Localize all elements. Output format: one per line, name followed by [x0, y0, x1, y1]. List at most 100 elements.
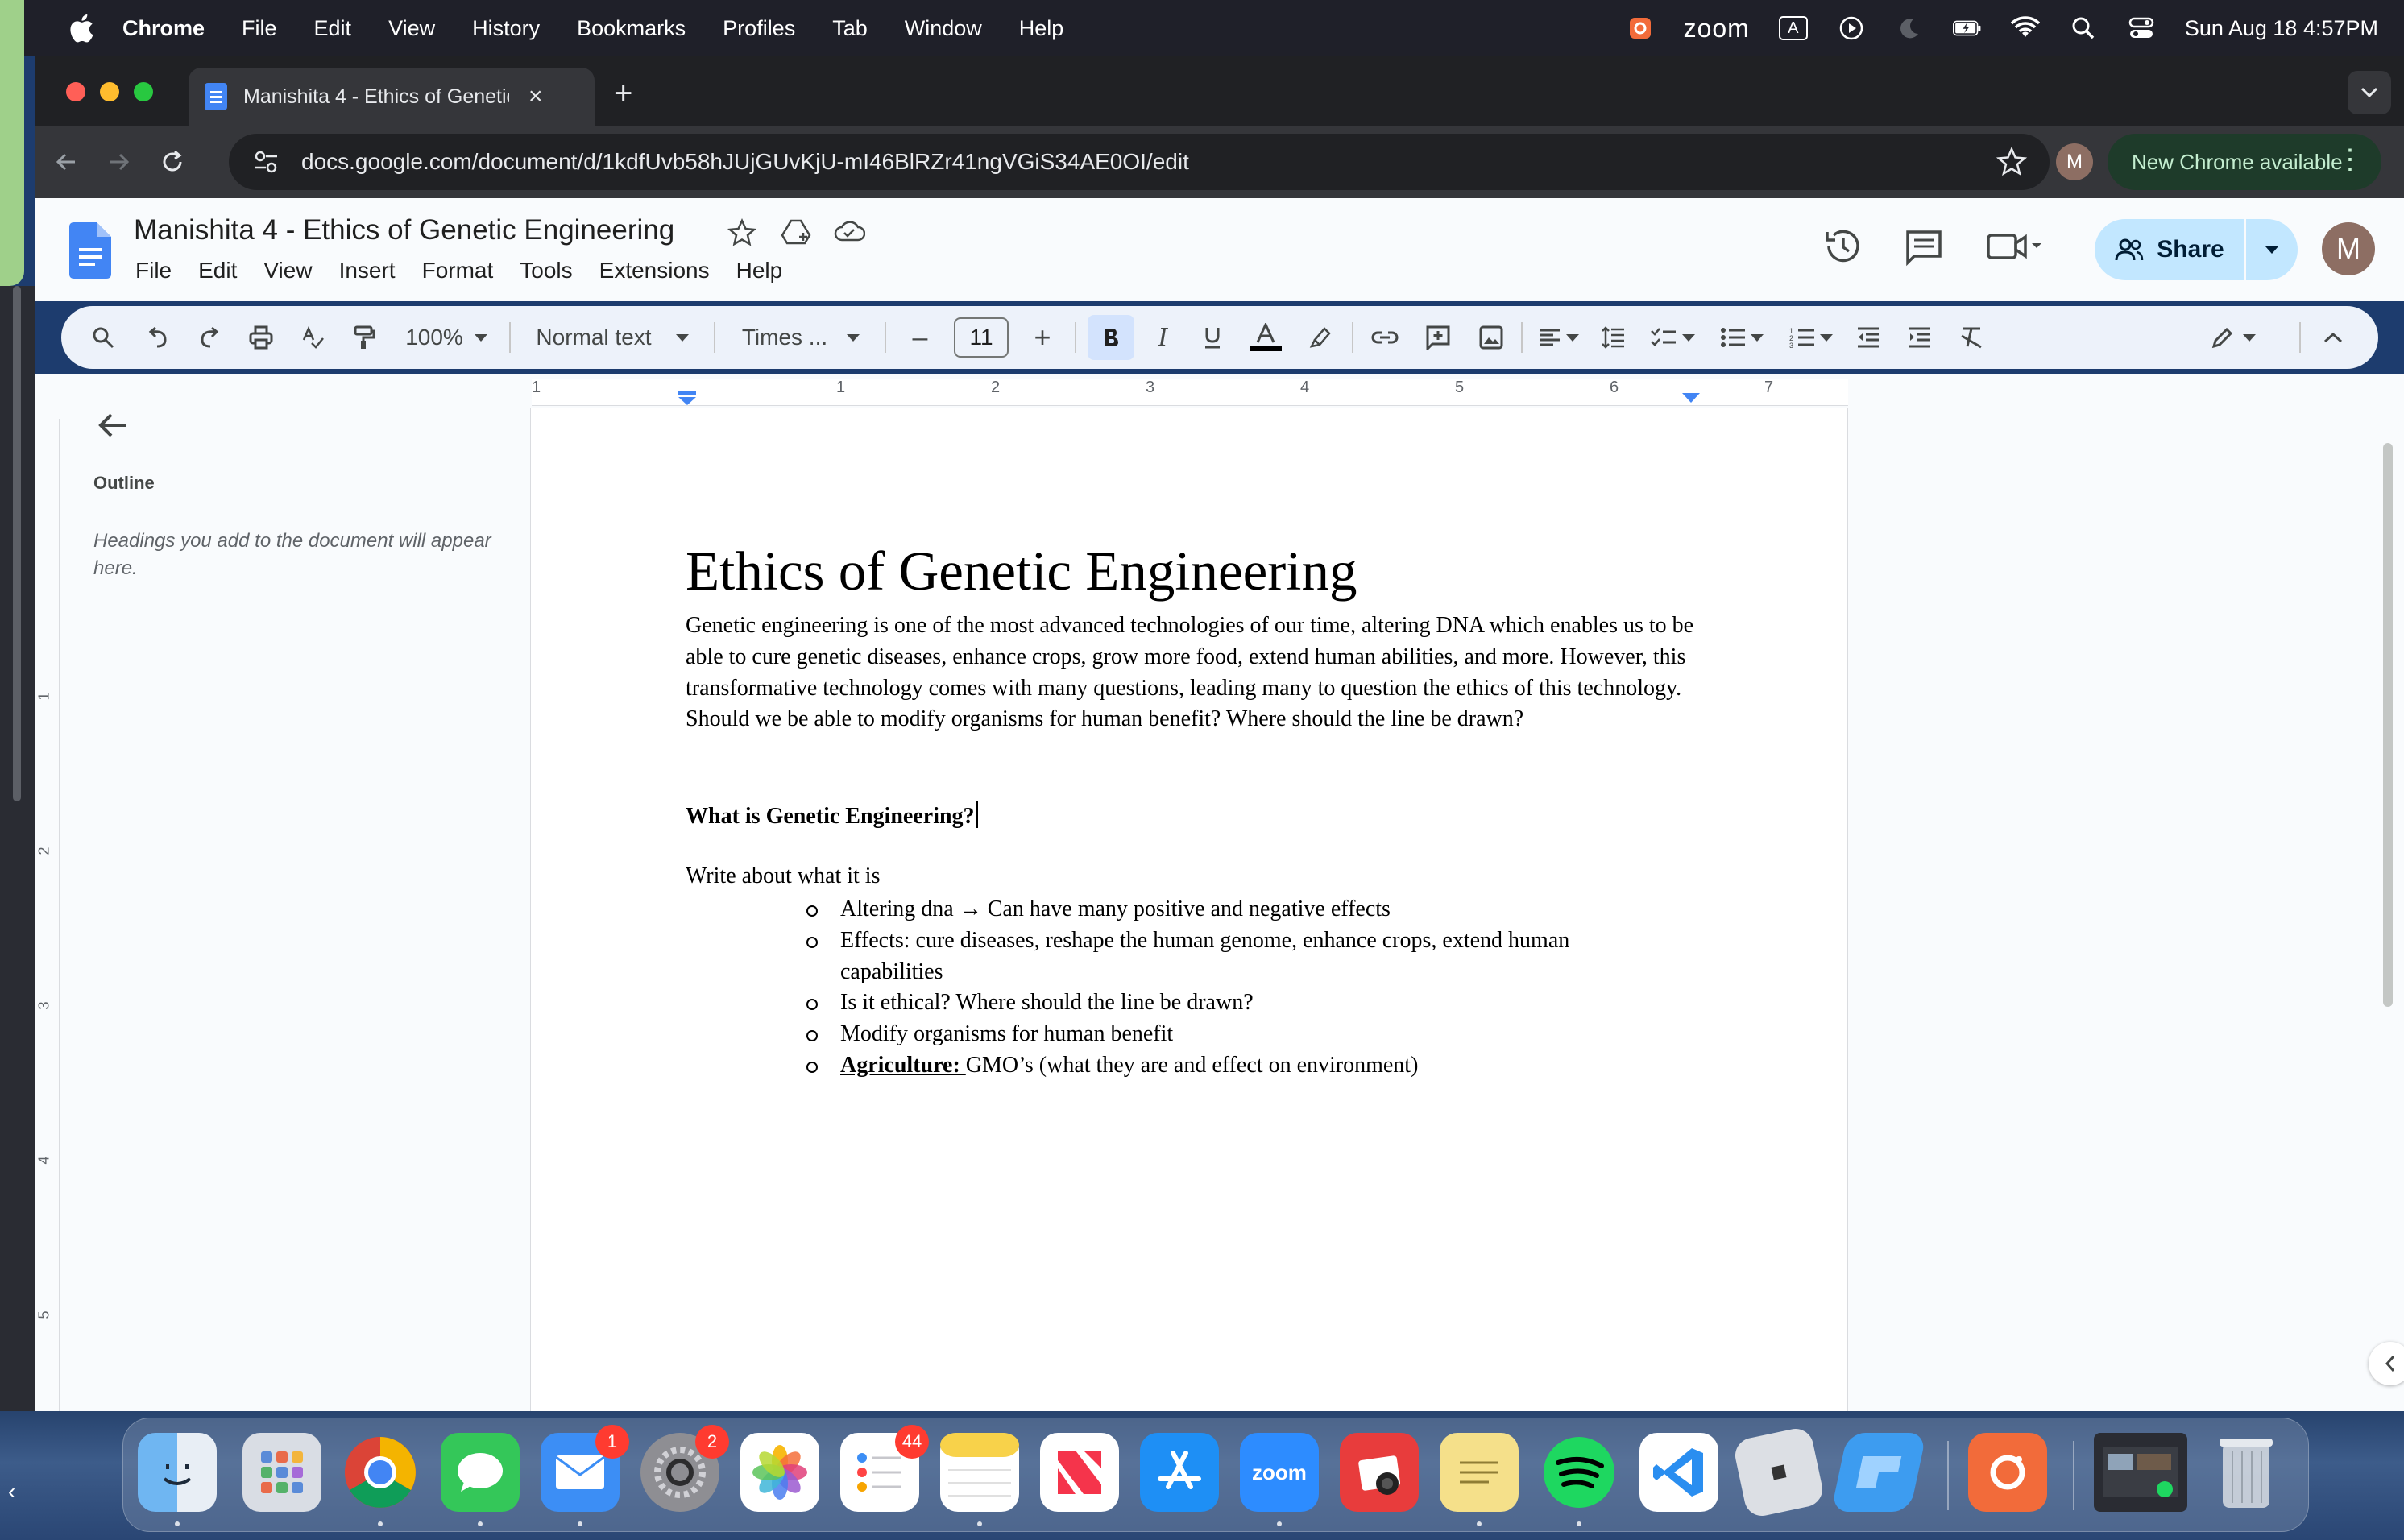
increase-indent-icon[interactable]: [1900, 306, 1940, 369]
reminders-icon[interactable]: 44: [840, 1425, 929, 1512]
wifi-icon[interactable]: [2010, 14, 2040, 43]
document-page[interactable]: Ethics of Genetic Engineering Genetic en…: [530, 408, 1848, 1411]
app-store-icon[interactable]: [1140, 1433, 1219, 1512]
news-icon[interactable]: [1040, 1433, 1119, 1512]
menu-file[interactable]: File: [242, 16, 277, 41]
move-to-drive-icon[interactable]: [780, 217, 812, 250]
undo-icon[interactable]: [140, 306, 176, 369]
spellcheck-icon[interactable]: [295, 306, 330, 369]
font-family-select[interactable]: Times ...: [728, 306, 873, 369]
italic-icon[interactable]: I: [1142, 306, 1183, 369]
system-settings-icon[interactable]: 2: [640, 1425, 729, 1512]
photo-booth-icon[interactable]: [1340, 1433, 1419, 1512]
align-left-icon[interactable]: [1532, 306, 1585, 369]
chrome-dock-icon[interactable]: [341, 1433, 420, 1512]
roblox-icon[interactable]: [1731, 1425, 1826, 1520]
zoom-window-button[interactable]: [134, 82, 153, 101]
share-dropdown-button[interactable]: [2246, 219, 2298, 280]
decrease-font-size-button[interactable]: –: [902, 306, 938, 369]
back-button[interactable]: [50, 146, 82, 178]
screen-recorder-dock-icon[interactable]: [1968, 1433, 2047, 1512]
minimized-window-thumbnail[interactable]: [2094, 1433, 2187, 1512]
bulleted-list-icon[interactable]: [1711, 306, 1772, 369]
battery-icon[interactable]: [1952, 14, 1982, 43]
trash-icon[interactable]: [2207, 1433, 2286, 1512]
left-indent-marker-icon[interactable]: [677, 391, 698, 406]
menu-edit[interactable]: Edit: [314, 16, 352, 41]
tab-close-button[interactable]: ×: [528, 83, 543, 110]
star-icon[interactable]: [727, 217, 759, 250]
numbered-list-icon[interactable]: 123: [1780, 306, 1842, 369]
site-info-icon[interactable]: [251, 147, 280, 176]
right-indent-marker-icon[interactable]: [1681, 391, 1701, 406]
focus-moon-icon[interactable]: [1895, 14, 1924, 43]
reload-button[interactable]: [156, 146, 189, 178]
close-outline-back-arrow-icon[interactable]: [93, 406, 132, 445]
left-scrollbar[interactable]: [13, 286, 21, 801]
new-tab-button[interactable]: +: [614, 77, 632, 110]
editing-mode-icon[interactable]: [2201, 306, 2265, 369]
search-menus-icon[interactable]: [85, 306, 121, 369]
font-size-input[interactable]: 11: [954, 317, 1009, 358]
line-spacing-icon[interactable]: [1594, 306, 1634, 369]
docs-menu-edit[interactable]: Edit: [198, 258, 237, 284]
redo-icon[interactable]: [192, 306, 227, 369]
bold-button[interactable]: [1088, 315, 1134, 360]
mail-icon[interactable]: 1: [541, 1425, 629, 1512]
spotlight-search-icon[interactable]: [2069, 14, 2098, 43]
notes-icon[interactable]: [940, 1433, 1019, 1512]
docs-menu-file[interactable]: File: [135, 258, 172, 284]
paragraph-style-select[interactable]: Normal text: [524, 306, 701, 369]
minimize-window-button[interactable]: [100, 82, 119, 101]
docs-menu-format[interactable]: Format: [422, 258, 494, 284]
decrease-indent-icon[interactable]: [1848, 306, 1888, 369]
print-icon[interactable]: [243, 306, 279, 369]
bookmark-star-icon[interactable]: [1996, 147, 2027, 177]
chrome-profile-avatar[interactable]: M: [2056, 143, 2093, 180]
menu-window[interactable]: Window: [905, 16, 982, 41]
play-circle-icon[interactable]: [1837, 14, 1866, 43]
close-window-button[interactable]: [66, 82, 85, 101]
stickies-icon[interactable]: [1440, 1433, 1519, 1512]
menubar-clock[interactable]: Sun Aug 18 4:57PM: [2185, 16, 2378, 41]
zoom-status-item[interactable]: zoom: [1684, 14, 1750, 43]
increase-font-size-button[interactable]: +: [1025, 306, 1060, 369]
docs-menu-view[interactable]: View: [263, 258, 312, 284]
version-history-icon[interactable]: [1822, 226, 1864, 267]
menu-profiles[interactable]: Profiles: [723, 16, 795, 41]
input-source-icon[interactable]: A: [1778, 14, 1808, 43]
roblox-studio-icon[interactable]: [1830, 1433, 1927, 1512]
docs-menu-insert[interactable]: Insert: [339, 258, 396, 284]
tab-search-dropdown[interactable]: [2348, 71, 2391, 114]
menu-view[interactable]: View: [388, 16, 435, 41]
highlight-color-icon[interactable]: [1300, 306, 1341, 369]
launchpad-icon[interactable]: [242, 1433, 321, 1512]
add-comment-icon[interactable]: [1418, 306, 1458, 369]
finder-icon[interactable]: [138, 1433, 217, 1512]
active-tab[interactable]: Manishita 4 - Ethics of Genetic Engineer…: [189, 68, 595, 126]
document-scrollbar[interactable]: [2383, 443, 2393, 1007]
zoom-select[interactable]: 100%: [398, 306, 495, 369]
apple-icon[interactable]: [66, 12, 95, 44]
share-button[interactable]: Share: [2095, 219, 2244, 280]
menu-help[interactable]: Help: [1019, 16, 1064, 41]
meet-video-icon[interactable]: [1983, 226, 2048, 267]
account-avatar[interactable]: M: [2322, 222, 2375, 275]
menu-history[interactable]: History: [472, 16, 540, 41]
photos-icon[interactable]: [740, 1433, 819, 1512]
address-bar[interactable]: docs.google.com/document/d/1kdfUvb58hJUj…: [229, 134, 2050, 190]
insert-link-icon[interactable]: [1365, 306, 1405, 369]
clear-formatting-icon[interactable]: [1951, 306, 1992, 369]
chevron-left-icon[interactable]: ‹: [8, 1479, 15, 1505]
underline-icon[interactable]: [1192, 306, 1233, 369]
docs-menu-help[interactable]: Help: [736, 258, 783, 284]
text-color-icon[interactable]: [1246, 306, 1286, 369]
docs-logo-icon[interactable]: [69, 222, 111, 279]
checklist-icon[interactable]: [1642, 306, 1703, 369]
vscode-icon[interactable]: [1639, 1433, 1718, 1512]
spotify-icon[interactable]: [1540, 1433, 1619, 1512]
docs-menu-extensions[interactable]: Extensions: [599, 258, 710, 284]
hide-menus-chevron-up-icon[interactable]: [2315, 306, 2351, 369]
comments-icon[interactable]: [1903, 226, 1945, 267]
forward-button[interactable]: [103, 146, 135, 178]
